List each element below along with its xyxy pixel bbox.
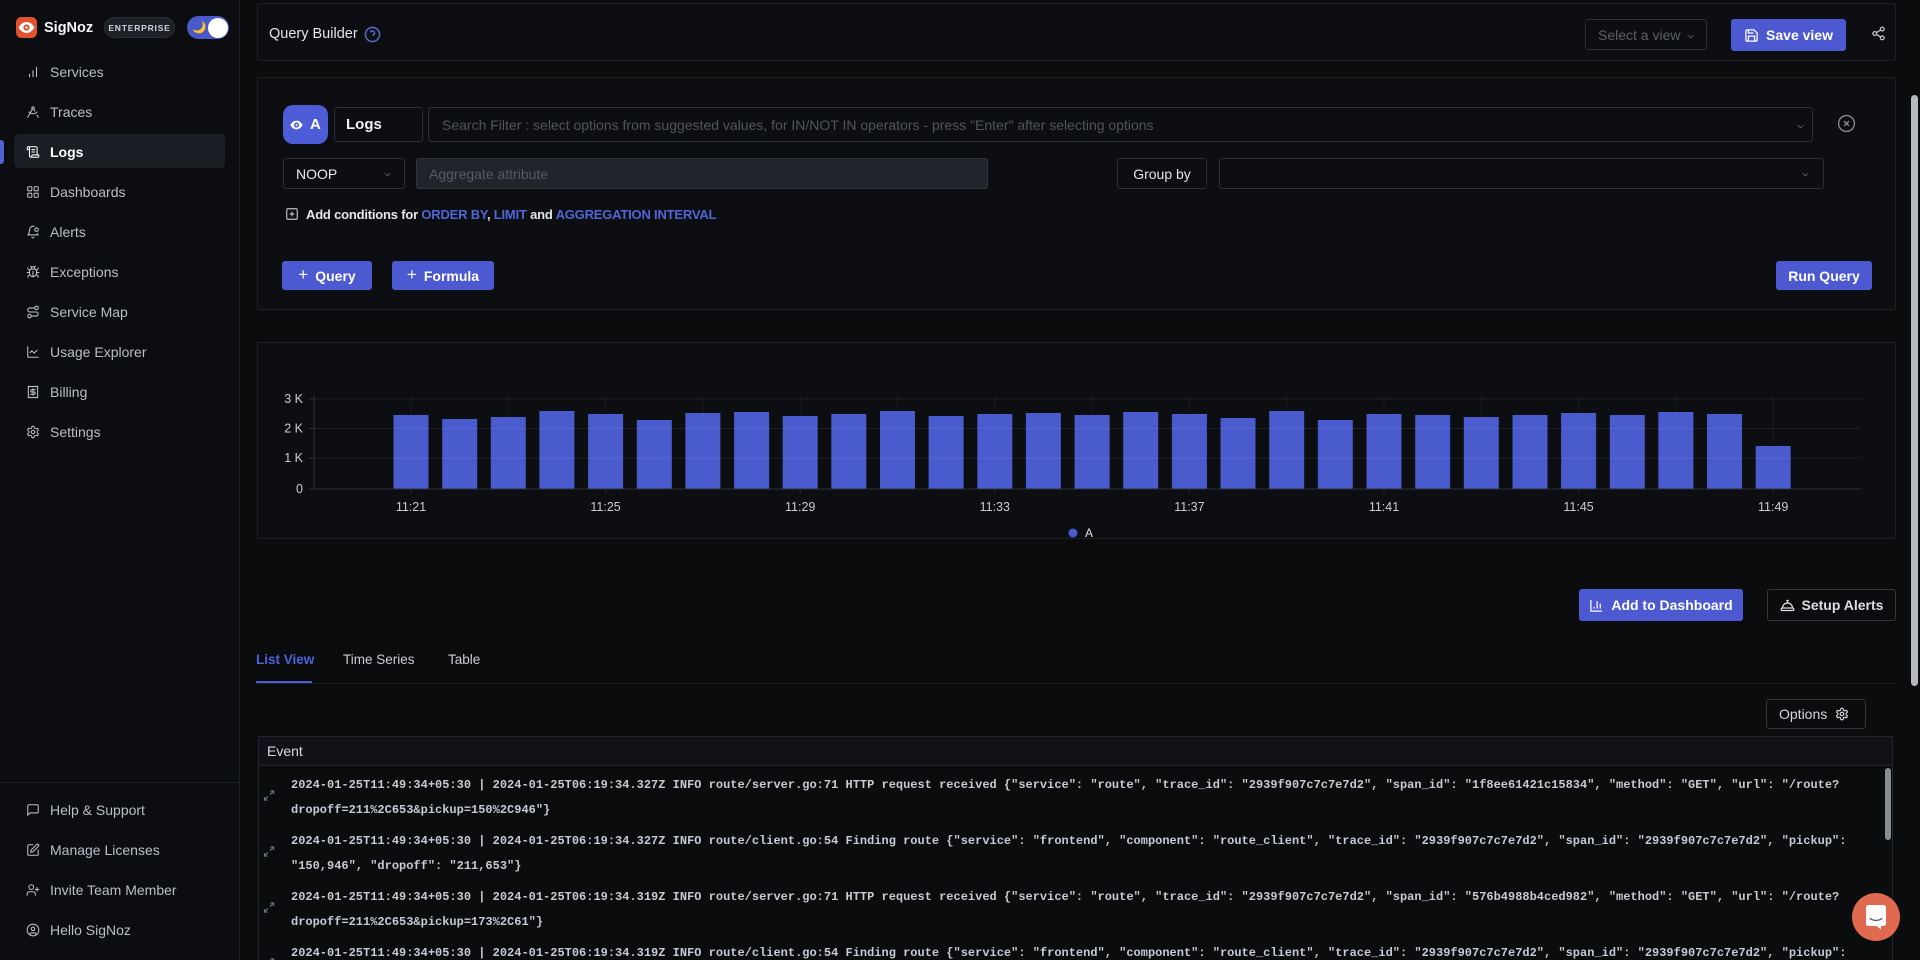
svg-text:11:21: 11:21	[396, 500, 426, 514]
svg-text:11:37: 11:37	[1174, 500, 1204, 514]
svg-text:0: 0	[296, 482, 303, 496]
svg-text:A: A	[1085, 526, 1093, 538]
svg-text:11:25: 11:25	[590, 500, 620, 514]
svg-text:11:29: 11:29	[785, 500, 815, 514]
svg-text:2 K: 2 K	[284, 422, 303, 436]
svg-text:11:49: 11:49	[1758, 500, 1788, 514]
svg-text:11:33: 11:33	[980, 500, 1010, 514]
svg-text:11:41: 11:41	[1369, 500, 1399, 514]
svg-text:11:45: 11:45	[1563, 500, 1593, 514]
svg-text:1 K: 1 K	[284, 451, 303, 465]
svg-text:3 K: 3 K	[284, 392, 303, 406]
